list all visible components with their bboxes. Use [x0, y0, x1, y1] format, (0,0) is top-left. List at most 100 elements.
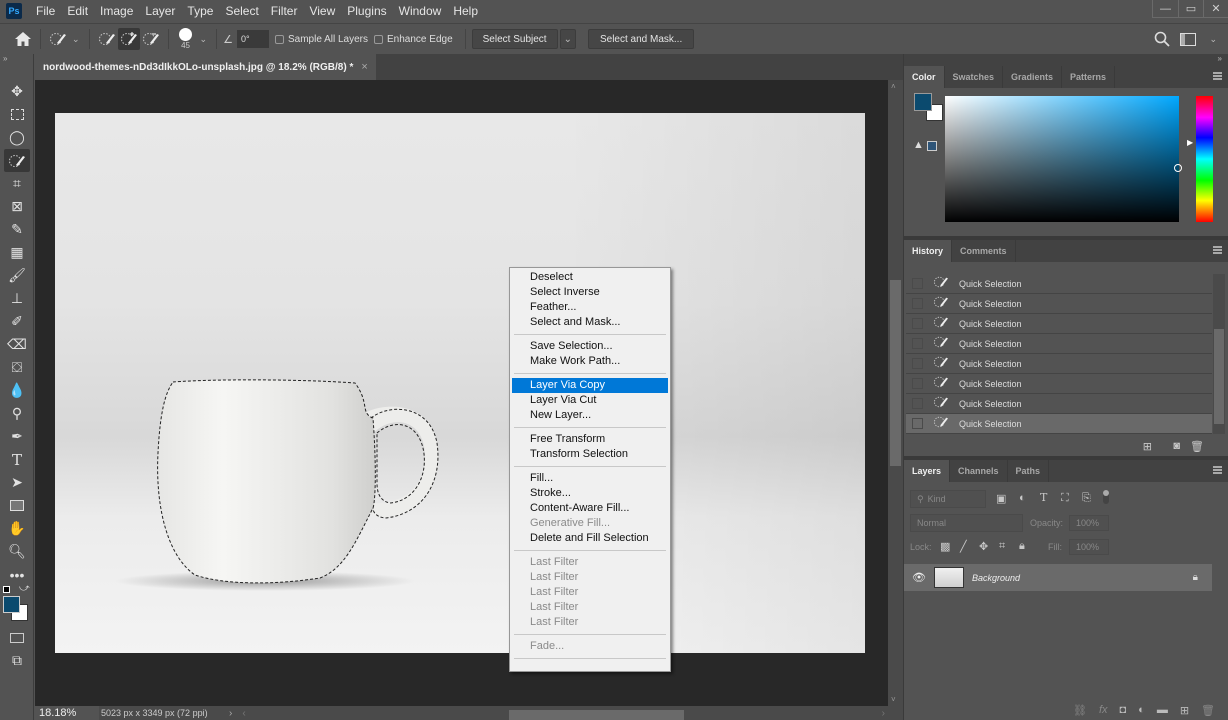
type-tool-icon[interactable]: T	[0, 448, 34, 471]
context-menu-item[interactable]: Stroke...	[512, 486, 668, 501]
spot-healing-tool-icon[interactable]: ▦	[0, 241, 34, 264]
close-window-button[interactable]: ✕	[1203, 0, 1228, 17]
history-item[interactable]: Quick Selection	[906, 394, 1212, 414]
swap-colors-icon[interactable]: ⤻	[19, 583, 30, 594]
path-selection-tool-icon[interactable]: ➤	[0, 471, 34, 494]
subtract-from-selection-icon[interactable]	[140, 28, 162, 50]
zoom-level[interactable]: 18.18%	[35, 706, 99, 720]
history-checkbox[interactable]	[912, 418, 923, 429]
minimize-button[interactable]: —	[1153, 0, 1178, 17]
document-tab[interactable]: nordwood-themes-nDd3dIkkOLo-unsplash.jpg…	[35, 54, 376, 80]
collapse-panels-icon[interactable]: »	[904, 54, 1228, 66]
hue-slider[interactable]	[1196, 96, 1213, 222]
rectangular-marquee-tool-icon[interactable]	[0, 103, 34, 126]
tab-paths[interactable]: Paths	[1008, 460, 1050, 482]
filter-adjustment-icon[interactable]: ◐	[1019, 492, 1026, 504]
crop-tool-icon[interactable]: ⌗	[0, 172, 34, 195]
foreground-color-swatch[interactable]	[3, 596, 20, 613]
checkbox-icon[interactable]	[374, 34, 384, 44]
select-subject-dropdown[interactable]: ⌄	[559, 29, 576, 49]
context-menu-item[interactable]: Select Inverse	[512, 285, 668, 300]
history-checkbox[interactable]	[912, 318, 923, 329]
sample-all-layers-checkbox[interactable]: Sample All Layers	[274, 34, 368, 45]
close-tab-icon[interactable]: ×	[361, 61, 367, 73]
menu-image[interactable]: Image	[94, 0, 139, 22]
context-menu-item[interactable]: Transform Selection	[512, 447, 668, 462]
restore-button[interactable]: ▭	[1178, 0, 1203, 17]
workspace-icon[interactable]	[1180, 32, 1197, 46]
history-item[interactable]: Quick Selection	[906, 274, 1212, 294]
history-checkbox[interactable]	[912, 298, 923, 309]
tab-patterns[interactable]: Patterns	[1062, 66, 1116, 88]
context-menu-item[interactable]: Fill...	[512, 471, 668, 486]
blur-tool-icon[interactable]: 💧	[0, 379, 34, 402]
menu-edit[interactable]: Edit	[61, 0, 94, 22]
pen-tool-icon[interactable]: ✒	[0, 425, 34, 448]
rectangle-tool-icon[interactable]	[0, 494, 34, 517]
eyedropper-tool-icon[interactable]: ✎	[0, 218, 34, 241]
fx-icon[interactable]: fx	[1099, 704, 1108, 716]
angle-input[interactable]: 0°	[236, 30, 269, 48]
link-layers-icon[interactable]: ⛓	[1073, 704, 1087, 717]
select-and-mask-button[interactable]: Select and Mask...	[587, 29, 695, 49]
history-checkbox[interactable]	[912, 358, 923, 369]
menu-window[interactable]: Window	[393, 0, 448, 22]
history-item[interactable]: Quick Selection	[906, 374, 1212, 394]
lock-all-icon[interactable]: 🔒︎	[1019, 540, 1025, 553]
history-item[interactable]: Quick Selection	[906, 334, 1212, 354]
history-item[interactable]: Quick Selection	[906, 354, 1212, 374]
layer-filter-kind[interactable]: ⚲ Kind	[910, 490, 986, 508]
context-menu-item[interactable]: Content-Aware Fill...	[512, 501, 668, 516]
history-checkbox[interactable]	[912, 338, 923, 349]
filter-smart-object-icon[interactable]: ⎘	[1082, 492, 1091, 505]
new-document-from-state-icon[interactable]: ⊞	[1143, 440, 1152, 453]
context-menu-item[interactable]: Delete and Fill Selection	[512, 531, 668, 546]
history-scroll-thumb[interactable]	[1214, 329, 1224, 424]
frame-tool-icon[interactable]: ⊠	[0, 195, 34, 218]
snapshot-camera-icon[interactable]: ◙	[1173, 440, 1180, 452]
context-menu-item[interactable]: Free Transform	[512, 432, 668, 447]
add-mask-icon[interactable]: ◘	[1120, 704, 1127, 716]
menu-view[interactable]: View	[303, 0, 341, 22]
blend-mode-select[interactable]: Normal	[910, 514, 1023, 532]
history-item[interactable]: Quick Selection	[906, 414, 1212, 434]
menu-file[interactable]: File	[30, 0, 61, 22]
context-menu-item[interactable]: Save Selection...	[512, 339, 668, 354]
lock-transparent-icon[interactable]: ▩	[940, 540, 950, 553]
lock-artboard-icon[interactable]: ⌗	[999, 540, 1005, 553]
context-menu-item[interactable]: Select and Mask...	[512, 315, 668, 330]
panel-menu-icon[interactable]	[1213, 466, 1222, 474]
delete-layer-icon[interactable]: 🗑︎	[1201, 704, 1215, 717]
menu-type[interactable]: Type	[181, 0, 219, 22]
history-checkbox[interactable]	[912, 378, 923, 389]
context-menu-item[interactable]: Deselect	[512, 270, 668, 285]
layer-lock-icon[interactable]: 🔒︎	[1193, 572, 1198, 583]
select-subject-button[interactable]: Select Subject	[471, 29, 558, 49]
tab-gradients[interactable]: Gradients	[1003, 66, 1063, 88]
document-image[interactable]	[55, 113, 865, 653]
eraser-tool-icon[interactable]: ⌫	[0, 333, 34, 356]
brush-size-picker[interactable]: 45	[175, 28, 197, 50]
layer-row[interactable]: 👁︎ Background 🔒︎	[904, 564, 1212, 591]
move-tool-icon[interactable]: ✥	[0, 80, 34, 103]
opacity-input[interactable]: 100%	[1069, 515, 1109, 531]
quick-selection-tool-icon[interactable]	[4, 149, 30, 172]
vertical-scrollbar[interactable]: ˄ ˅	[888, 80, 903, 706]
scroll-down-icon[interactable]: ˅	[891, 695, 896, 704]
vertical-scroll-thumb[interactable]	[890, 280, 901, 466]
paint-bucket-tool-icon[interactable]: ⛋	[0, 356, 34, 379]
dodge-tool-icon[interactable]: ⚲	[0, 402, 34, 425]
filter-toggle[interactable]	[1103, 490, 1109, 504]
horizontal-scroll-thumb[interactable]	[509, 710, 684, 720]
expand-toolbar-icon[interactable]: »	[0, 54, 33, 66]
history-checkbox[interactable]	[912, 398, 923, 409]
history-brush-tool-icon[interactable]: ✐	[0, 310, 34, 333]
chevron-down-icon[interactable]: ⌄	[200, 34, 208, 45]
tool-preset-picker[interactable]	[47, 28, 69, 50]
context-menu-item[interactable]: Layer Via Cut	[512, 393, 668, 408]
brush-tool-icon[interactable]: 🖌	[0, 264, 34, 287]
menu-plugins[interactable]: Plugins	[341, 0, 392, 22]
menu-help[interactable]: Help	[447, 0, 484, 22]
home-icon[interactable]	[12, 28, 34, 50]
visibility-eye-icon[interactable]: 👁︎	[904, 571, 934, 584]
